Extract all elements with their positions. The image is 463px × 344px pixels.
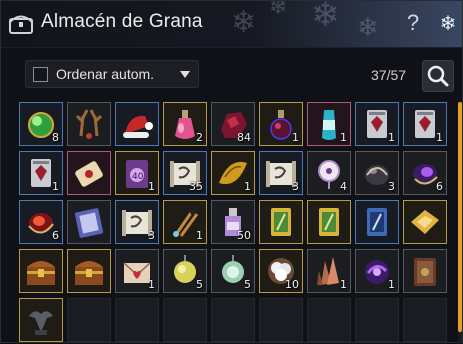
auto-sort-checkbox[interactable]	[33, 67, 48, 82]
toolbar: Ordenar autom. 37/57	[1, 47, 462, 97]
svg-text:40: 40	[132, 172, 144, 182]
empty-slot[interactable]	[163, 298, 207, 342]
inventory-slot[interactable]	[403, 249, 447, 293]
item-quantity: 50	[237, 229, 251, 242]
item-quantity: 1	[52, 180, 59, 193]
inventory-slot[interactable]: 6	[403, 151, 447, 195]
search-icon	[427, 65, 449, 87]
empty-slot[interactable]	[307, 298, 351, 342]
inventory-slot[interactable]: 1	[115, 249, 159, 293]
inventory-slot[interactable]: 1	[307, 102, 351, 146]
inventory-slot[interactable]: 1	[211, 151, 255, 195]
empty-slot[interactable]	[67, 298, 111, 342]
inventory-slot[interactable]: 3	[115, 200, 159, 244]
item-quantity: 1	[388, 131, 395, 144]
auto-sort-dropdown[interactable]: Ordenar autom.	[25, 60, 199, 88]
inventory-grid: 8 2 84 1 1 1 1 1 40 1 35 1 3 4 3 6 6 3 1 50 1 5 5 10 1 1	[19, 102, 451, 344]
item-quantity: 1	[148, 278, 155, 291]
inventory-slot[interactable]	[307, 200, 351, 244]
chevron-down-icon[interactable]	[180, 71, 190, 78]
inventory-slot[interactable]: 1	[355, 102, 399, 146]
item-quantity: 84	[237, 131, 251, 144]
inventory-slot[interactable]: 35	[163, 151, 207, 195]
inventory-slot[interactable]	[115, 102, 159, 146]
window-title: Almacén de Grana	[41, 11, 203, 32]
scrollbar[interactable]	[458, 102, 462, 344]
storage-chest-icon	[9, 15, 33, 34]
slot-count: 37/57	[371, 67, 407, 83]
item-quantity: 1	[340, 278, 347, 291]
item-quantity: 5	[196, 278, 203, 291]
inventory-slot[interactable]	[67, 200, 111, 244]
item-quantity: 1	[244, 180, 251, 193]
scrollbar-thumb[interactable]	[458, 102, 462, 332]
item-quantity: 6	[52, 229, 59, 242]
item-quantity: 3	[148, 229, 155, 242]
item-quantity: 6	[436, 180, 443, 193]
item-quantity: 1	[388, 278, 395, 291]
inventory-slot[interactable]	[355, 200, 399, 244]
inventory-slot[interactable]: 1	[19, 151, 63, 195]
inventory-slot[interactable]: 1	[163, 200, 207, 244]
snowflake-decoration-icon: ❄	[357, 13, 379, 43]
item-quantity: 3	[292, 180, 299, 193]
empty-slot[interactable]	[115, 298, 159, 342]
inventory-slot[interactable]: 84	[211, 102, 255, 146]
inventory-slot[interactable]	[403, 200, 447, 244]
item-quantity: 8	[52, 131, 59, 144]
search-button[interactable]	[422, 60, 454, 92]
inventory-slot[interactable]: 5	[211, 249, 255, 293]
snowflake-decoration-icon: ❄	[311, 1, 340, 35]
item-quantity: 1	[436, 131, 443, 144]
item-quantity: 3	[388, 180, 395, 193]
item-quantity: 35	[189, 180, 203, 193]
inventory-slot[interactable]: 1	[259, 102, 303, 146]
inventory-slot[interactable]: 8	[19, 102, 63, 146]
item-quantity: 5	[244, 278, 251, 291]
inventory-slot[interactable]	[67, 102, 111, 146]
item-quantity: 4	[340, 180, 347, 193]
inventory-slot[interactable]: 40 1	[115, 151, 159, 195]
inventory-slot[interactable]: 2	[163, 102, 207, 146]
inventory-slot[interactable]: 3	[259, 151, 303, 195]
auto-sort-label: Ordenar autom.	[56, 66, 155, 82]
snowflake-decoration-icon: ❄	[269, 1, 288, 20]
empty-slot[interactable]	[403, 298, 447, 342]
inventory-slot[interactable]: 5	[163, 249, 207, 293]
snowflake-decoration-icon: ❄	[231, 5, 257, 40]
inventory-slot[interactable]	[67, 249, 111, 293]
storage-window: ❄ ❄ ❄ ❄ Almacén de Grana ? ❄ Ordenar aut…	[0, 0, 463, 344]
inventory-slot[interactable]: 4	[307, 151, 351, 195]
empty-slot[interactable]	[355, 298, 399, 342]
inventory-slot[interactable]: 3	[355, 151, 399, 195]
inventory-slot[interactable]	[19, 298, 63, 342]
inventory-slot[interactable]	[67, 151, 111, 195]
title-bar[interactable]: ❄ ❄ ❄ ❄ Almacén de Grana ? ❄	[1, 1, 462, 48]
help-button[interactable]: ?	[403, 9, 423, 37]
inventory-slot[interactable]: 6	[19, 200, 63, 244]
empty-slot[interactable]	[259, 298, 303, 342]
item-quantity: 1	[148, 180, 155, 193]
item-quantity: 2	[196, 131, 203, 144]
inventory-slot[interactable]	[259, 200, 303, 244]
inventory-slot[interactable]: 50	[211, 200, 255, 244]
empty-slot[interactable]	[211, 298, 255, 342]
inventory-slot[interactable]: 1	[355, 249, 399, 293]
inventory-slot[interactable]: 1	[307, 249, 351, 293]
inventory-slot[interactable]: 10	[259, 249, 303, 293]
snowflake-close-icon[interactable]: ❄	[437, 13, 459, 35]
item-quantity: 1	[340, 131, 347, 144]
inventory-slot[interactable]: 1	[403, 102, 447, 146]
item-quantity: 1	[196, 229, 203, 242]
item-quantity: 10	[285, 278, 299, 291]
inventory-slot[interactable]	[19, 249, 63, 293]
item-quantity: 1	[292, 131, 299, 144]
